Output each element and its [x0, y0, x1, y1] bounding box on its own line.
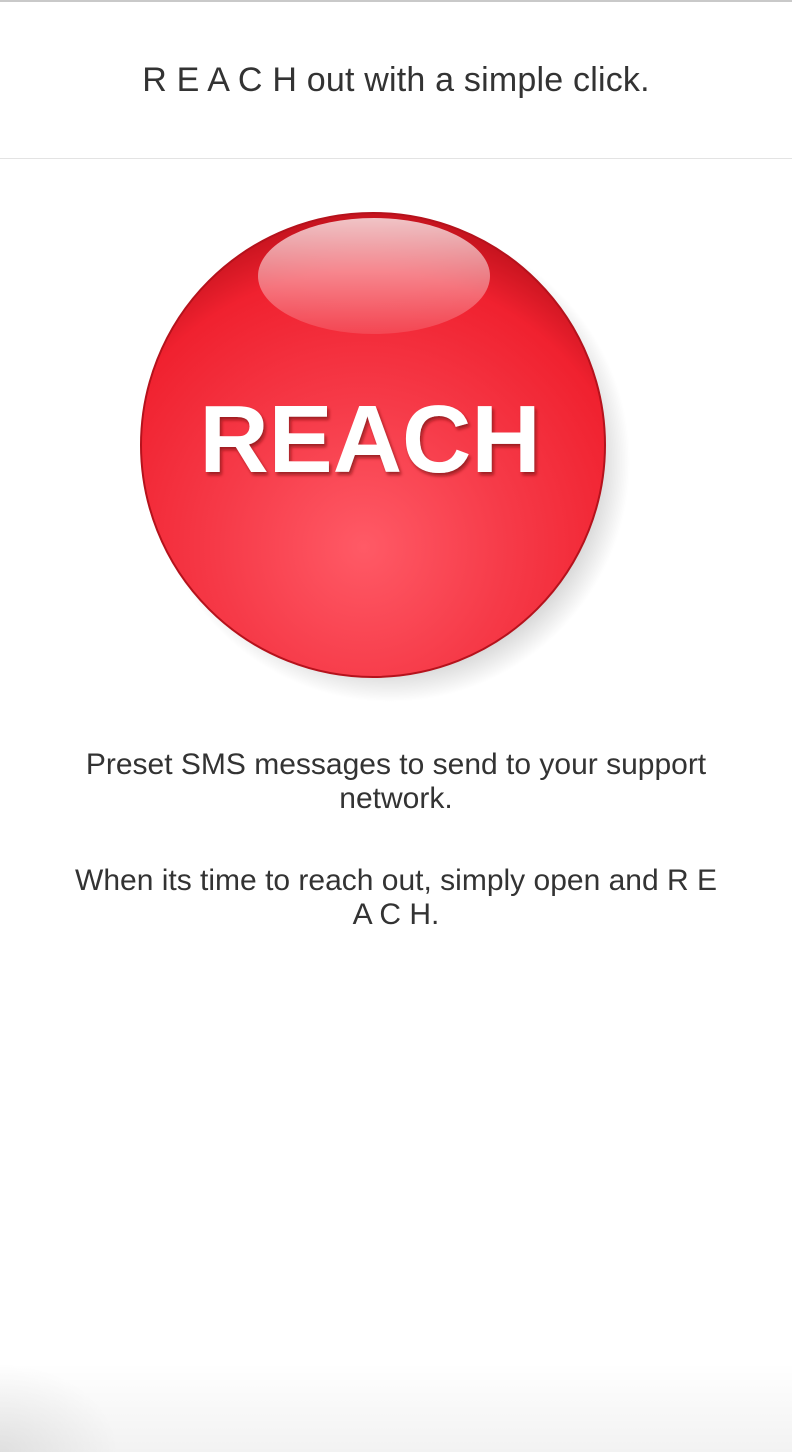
- bottom-shade-corner: [0, 1362, 120, 1452]
- description: Preset SMS messages to send to your supp…: [30, 748, 762, 932]
- description-reach-out: When its time to reach out, simply open …: [75, 864, 717, 931]
- reach-button-gloss: [258, 218, 490, 334]
- reach-button-label: REACH: [199, 386, 540, 493]
- page-title: R E A C H out with a simple click.: [142, 60, 650, 99]
- reach-button-graphic: REACH: [140, 212, 630, 702]
- app-header: R E A C H out with a simple click.: [0, 2, 792, 159]
- description-preset-sms: Preset SMS messages to send to your supp…: [85, 748, 707, 815]
- reach-button[interactable]: REACH: [120, 200, 640, 710]
- bottom-shade: [0, 1362, 792, 1452]
